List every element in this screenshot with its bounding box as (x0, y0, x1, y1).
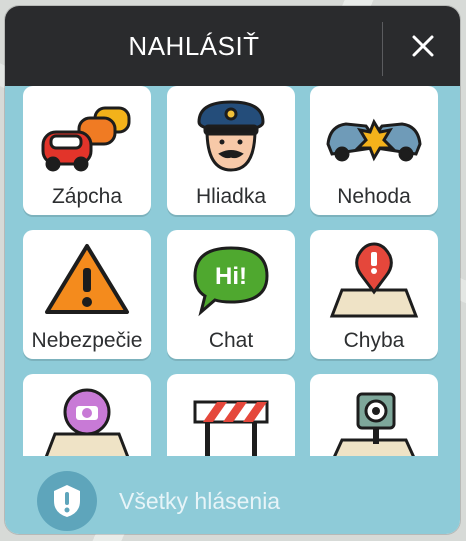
tile-label: Zápcha (51, 185, 123, 208)
close-button[interactable] (385, 6, 460, 86)
dialog-header: NAHLÁSIŤ (5, 6, 460, 86)
map-error-icon (329, 242, 419, 318)
tile-label: Chat (208, 329, 254, 352)
tile-label: Nehoda (337, 185, 411, 208)
tile-chat[interactable]: Hi! Chat (167, 230, 295, 359)
speed-camera-icon (330, 392, 418, 461)
accident-icon (326, 118, 422, 162)
tile-hazard[interactable]: Nebezpečie (23, 230, 151, 359)
chat-icon: Hi! (193, 246, 269, 317)
tile-map-error[interactable]: Chyba (310, 230, 438, 359)
camera-pin-icon (43, 388, 131, 461)
traffic-jam-icon (41, 106, 131, 172)
close-icon (412, 35, 433, 57)
header-divider (382, 22, 383, 76)
tile-label: Hliadka (195, 185, 267, 208)
tile-accident[interactable]: Nehoda (310, 86, 438, 215)
report-alert-icon (37, 471, 97, 531)
tile-police[interactable]: Hliadka (167, 86, 295, 215)
tile-label: Chyba (343, 329, 405, 352)
all-reports-button[interactable]: Všetky hlásenia (5, 456, 460, 534)
tile-speed-camera[interactable] (310, 374, 438, 461)
all-reports-label: Všetky hlásenia (119, 488, 281, 514)
road-closure-icon (193, 400, 269, 460)
police-icon (197, 100, 265, 172)
report-dialog: NAHLÁSIŤ Zápcha Hliadka Nehoda Nebezpeči… (5, 6, 460, 534)
dialog-title: NAHLÁSIŤ (128, 30, 260, 61)
report-grid: Zápcha Hliadka Nehoda Nebezpečie Hi! Cha… (5, 86, 460, 461)
svg-text:Hi!: Hi! (215, 263, 247, 290)
tile-road-closure[interactable] (167, 374, 295, 461)
tile-label: Nebezpečie (31, 329, 143, 352)
tile-camera-pin[interactable] (23, 374, 151, 461)
tile-traffic-jam[interactable]: Zápcha (23, 86, 151, 215)
hazard-icon (45, 244, 129, 314)
